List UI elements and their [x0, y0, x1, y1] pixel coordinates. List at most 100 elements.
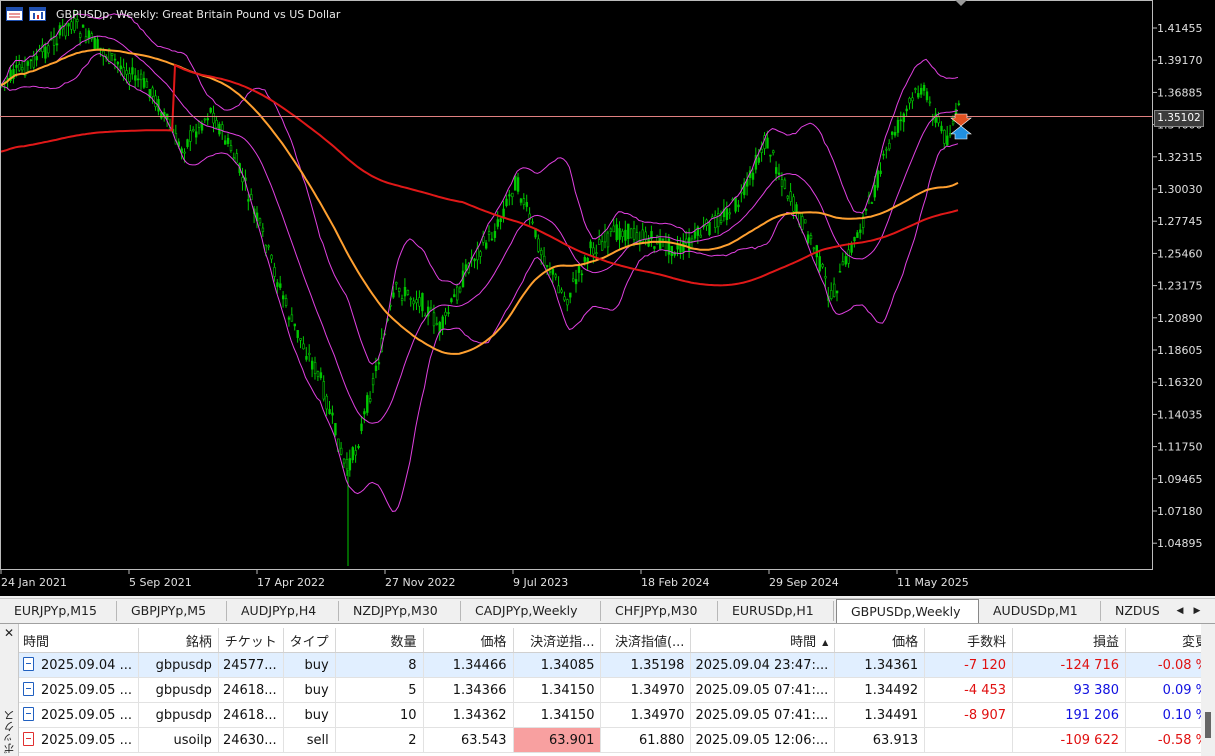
- candle-body: [940, 125, 943, 132]
- candle-body: [670, 245, 674, 256]
- candle-body: [612, 225, 616, 233]
- tab-scroll-left-icon[interactable]: ◀: [1173, 602, 1187, 620]
- candle-body: [197, 121, 201, 128]
- col-header-type[interactable]: タイプ: [283, 628, 336, 653]
- tab-nzdus[interactable]: NZDUS: [1101, 601, 1173, 621]
- tab-nzdjpyp-m30[interactable]: NZDJPYp,M30: [339, 601, 461, 621]
- time-tick-label: 24 Jan 2021: [1, 576, 67, 589]
- candle-body: [406, 289, 410, 295]
- col-header-tp[interactable]: 決済指値(...: [600, 628, 692, 653]
- candle-body: [554, 274, 558, 278]
- candle-body: [951, 120, 955, 125]
- col-header-symbol[interactable]: 銘柄: [138, 628, 219, 653]
- chart-list-icon[interactable]: [6, 7, 23, 21]
- candle-body: [235, 153, 238, 163]
- col-header-sl[interactable]: 決済逆指...: [513, 628, 602, 653]
- candle-body: [873, 184, 877, 198]
- cell-sl: 63.901: [513, 727, 602, 753]
- table-row[interactable]: 2025.09.04 ... gbpusdp 24577... buy 8 1.…: [19, 652, 1215, 678]
- tab-audusdp-m1[interactable]: AUDUSDp,M1: [979, 601, 1101, 621]
- candle-body: [685, 238, 688, 244]
- col-header-price[interactable]: 価格: [423, 628, 514, 653]
- table-row[interactable]: 2025.09.05 ... gbpusdp 24618... buy 10 1…: [19, 702, 1215, 728]
- candle-body: [580, 273, 584, 276]
- candle-body: [328, 409, 331, 415]
- candle-body: [377, 362, 381, 365]
- time-tick-label: 17 Apr 2022: [257, 576, 325, 589]
- candle-body: [595, 252, 598, 254]
- candle-body: [261, 227, 265, 232]
- time-tick-label: 9 Jul 2023: [513, 576, 568, 589]
- chart-shift-marker[interactable]: [955, 0, 967, 6]
- col-header-time[interactable]: 時間: [19, 628, 139, 653]
- candle-body: [876, 170, 879, 188]
- cell-ticket: 24630...: [218, 727, 284, 753]
- tab-scroll-right-icon[interactable]: ▶: [1190, 602, 1204, 620]
- candle-body: [772, 150, 775, 154]
- candle-body: [490, 238, 494, 241]
- candle-body: [403, 286, 407, 297]
- col-header-close-time[interactable]: 時間 ▲: [690, 628, 836, 653]
- candle-body: [447, 312, 450, 314]
- col-header-volume[interactable]: 数量: [335, 628, 424, 653]
- candle-body: [911, 97, 914, 102]
- cell-commission: -7 120: [924, 652, 1014, 678]
- candle-body: [374, 365, 378, 372]
- candle-body: [734, 197, 737, 212]
- candle-body: [719, 219, 723, 223]
- col-header-commission[interactable]: 手数料: [924, 628, 1014, 653]
- col-header-ticket[interactable]: チケット: [218, 628, 284, 653]
- chart-title: GBPUSDp, Weekly: Great Britain Pound vs …: [56, 7, 341, 21]
- price-chart[interactable]: 1.414551.391701.368851.346001.323151.300…: [0, 0, 1215, 596]
- buy-arrow-icon[interactable]: [950, 125, 972, 140]
- cell-type: buy: [283, 652, 336, 678]
- candle-body: [360, 423, 363, 432]
- candle-body: [803, 219, 807, 224]
- cell-sl: 1.34150: [513, 677, 602, 703]
- scrollbar-thumb[interactable]: [1205, 712, 1211, 738]
- terminal-scrollbar[interactable]: [1201, 624, 1215, 756]
- cell-type: buy: [283, 702, 336, 728]
- candle-body: [658, 238, 662, 250]
- close-icon[interactable]: ✕: [2, 626, 16, 640]
- col-header-close-time-label: 時間: [790, 634, 817, 650]
- tab-gbpjpyp-m5[interactable]: GBPJPYp,M5: [117, 601, 227, 621]
- candle-body: [131, 67, 134, 75]
- candle-body: [409, 298, 412, 300]
- tab-audjpyp-h4[interactable]: AUDJPYp,H4: [227, 601, 339, 621]
- tab-cadjpyp-weekly[interactable]: CADJPYp,Weekly: [461, 601, 601, 621]
- table-row[interactable]: 2025.09.05 ... usoilp 24630... sell 2 63…: [19, 727, 1215, 753]
- candle-body: [209, 107, 212, 113]
- candle-body: [809, 235, 813, 240]
- candle-body: [206, 118, 209, 121]
- sort-ascending-icon: ▲: [822, 637, 829, 647]
- tab-chfjpyp-m30[interactable]: CHFJPYp,M30: [601, 601, 718, 621]
- candle-body: [563, 296, 566, 301]
- tab-gbpusdp-weekly[interactable]: GBPUSDp,Weekly: [836, 599, 979, 623]
- candle-body: [348, 458, 352, 471]
- col-header-profit[interactable]: 損益: [1012, 628, 1126, 653]
- sell-order-icon: [23, 732, 34, 746]
- cell-symbol: gbpusdp: [138, 677, 219, 703]
- col-header-close-price[interactable]: 価格: [834, 628, 926, 653]
- table-header-row: 時間 銘柄 チケット タイプ 数量 価格 決済逆指... 決済指値(... 時間…: [19, 628, 1215, 653]
- candle-body: [93, 37, 96, 50]
- candle-body: [577, 265, 581, 273]
- candle-body: [708, 222, 711, 235]
- candle-body: [215, 119, 218, 129]
- candle-body: [47, 45, 50, 54]
- chart-properties-icon[interactable]: [29, 7, 46, 21]
- candle-body: [751, 172, 755, 180]
- candle-body: [371, 378, 375, 386]
- chart-canvas[interactable]: 1.414551.391701.368851.346001.323151.300…: [0, 0, 1215, 596]
- candle-body: [363, 411, 366, 415]
- candle-body: [195, 131, 198, 138]
- table-row[interactable]: 2025.09.05 ... gbpusdp 24618... buy 5 1.…: [19, 677, 1215, 703]
- candle-body: [290, 314, 294, 322]
- tab-eurusdp-h1[interactable]: EURUSDp,H1: [718, 601, 834, 621]
- price-tick-label: 1.27745: [1157, 215, 1203, 228]
- tab-eurjpyp-m15[interactable]: EURJPYp,M15: [0, 601, 117, 621]
- price-tick-label: 1.09465: [1157, 473, 1203, 486]
- price-tick-label: 1.07180: [1157, 505, 1203, 518]
- candle-body: [844, 256, 848, 265]
